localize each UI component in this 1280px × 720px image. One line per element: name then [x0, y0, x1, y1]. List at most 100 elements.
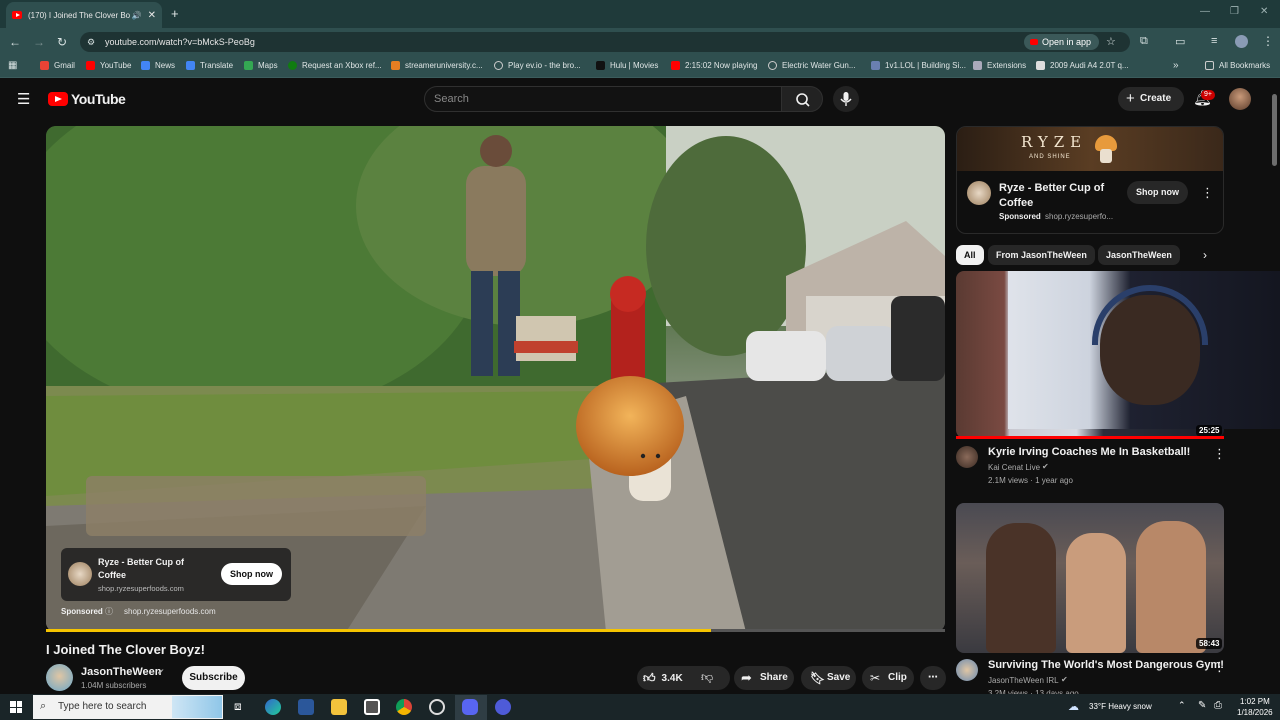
- person-silhouette: [1136, 521, 1206, 653]
- task-view-icon[interactable]: ⧈: [234, 699, 242, 714]
- xbox-icon: [288, 61, 297, 70]
- dislike-button[interactable]: 👎︎: [701, 670, 713, 685]
- bookmark-extensions[interactable]: Extensions: [973, 61, 1026, 70]
- chatgpt-icon[interactable]: [429, 699, 445, 715]
- video-ad-shop-now-button[interactable]: Shop now: [221, 563, 282, 585]
- recommendation-channel[interactable]: Kai Cenat Live: [988, 463, 1040, 472]
- close-window-icon[interactable]: ✕: [1260, 6, 1268, 17]
- sponsored-domain[interactable]: shop.ryzesuperfoods.com: [124, 607, 216, 616]
- subscribe-button[interactable]: Subscribe: [182, 666, 245, 690]
- site-info-icon[interactable]: ⚙: [87, 37, 95, 48]
- tray-chevron-icon[interactable]: ⌃: [1178, 700, 1186, 711]
- sidebar-ad-more-icon[interactable]: ⋮: [1201, 185, 1214, 201]
- share-button[interactable]: ➦ Share: [734, 666, 794, 690]
- apps-grid-icon[interactable]: ▦: [8, 60, 17, 71]
- weather-text[interactable]: 33°F Heavy snow: [1089, 702, 1152, 711]
- search-button[interactable]: [781, 86, 823, 112]
- recommendation-thumbnail[interactable]: [956, 503, 1224, 653]
- chip-all[interactable]: All: [956, 245, 984, 265]
- word-icon[interactable]: [298, 699, 314, 715]
- bookmark-streameruniversity[interactable]: streameruniversity.c...: [391, 61, 483, 70]
- profile-avatar[interactable]: [1235, 35, 1248, 48]
- channel-avatar[interactable]: [956, 659, 978, 681]
- sponsored-label: Sponsored: [61, 607, 103, 616]
- file-explorer-icon[interactable]: [331, 699, 347, 715]
- restore-icon[interactable]: ❐: [1230, 6, 1239, 17]
- all-bookmarks[interactable]: All Bookmarks: [1205, 61, 1270, 70]
- save-button[interactable]: 🔖︎ Save: [801, 666, 856, 690]
- bookmark-audi[interactable]: 2009 Audi A4 2.0T q...: [1036, 61, 1129, 70]
- ad-banner-brand: RYZE: [1021, 133, 1088, 151]
- recommendation-title[interactable]: Kyrie Irving Coaches Me In Basketball!: [988, 446, 1190, 458]
- minimize-icon[interactable]: —: [1200, 6, 1210, 17]
- bookmark-maps[interactable]: Maps: [244, 61, 278, 70]
- sidebar-ad-shop-now-button[interactable]: Shop now: [1127, 181, 1188, 204]
- clip-button[interactable]: ✂ Clip: [862, 666, 914, 690]
- more-bookmarks-icon[interactable]: »: [1173, 60, 1179, 71]
- recommendation-more-icon[interactable]: ⋮: [1213, 659, 1226, 675]
- voice-search-button[interactable]: [833, 86, 859, 112]
- person-silhouette: [986, 523, 1056, 653]
- channel-name[interactable]: JasonTheWeen: [81, 666, 162, 678]
- video-ad-title-line1: Ryze - Better Cup of: [98, 557, 185, 567]
- bookmark-now-playing[interactable]: 2:15:02 Now playing: [671, 61, 758, 70]
- windows-start-icon[interactable]: [10, 701, 22, 713]
- new-tab-button[interactable]: +: [171, 6, 179, 21]
- like-button[interactable]: 👍︎ 3.4K: [643, 671, 683, 686]
- clock-date[interactable]: 1/18/2026: [1237, 708, 1273, 717]
- bookmark-water-gun[interactable]: Electric Water Gun...: [768, 61, 856, 70]
- store-icon[interactable]: [364, 699, 380, 715]
- open-in-app-button[interactable]: Open in app: [1024, 34, 1100, 50]
- bookmark-news[interactable]: News: [141, 61, 175, 70]
- recommendation-title[interactable]: Surviving The World's Most Dangerous Gym…: [988, 659, 1224, 671]
- create-button[interactable]: Create: [1118, 87, 1184, 111]
- recommendation-channel[interactable]: JasonTheWeen IRL: [988, 676, 1059, 685]
- chips-next-icon[interactable]: ›: [1203, 248, 1207, 262]
- edge-icon[interactable]: [265, 699, 281, 715]
- globe-icon: [494, 61, 503, 70]
- chip-from-jasontheween[interactable]: From JasonTheWeen: [988, 245, 1095, 265]
- bookmark-translate[interactable]: Translate: [186, 61, 233, 70]
- sidebar-ad-logo: [967, 181, 991, 205]
- browser-menu-icon[interactable]: ⋮: [1262, 34, 1274, 48]
- browser-tab[interactable]: (170) I Joined The Clover Bo 🔊 ✕: [6, 2, 162, 28]
- forward-icon[interactable]: →: [33, 35, 45, 49]
- channel-avatar[interactable]: [956, 446, 978, 468]
- video-progress-bar[interactable]: [46, 629, 945, 632]
- bookmark-evio[interactable]: Play ev.io - the bro...: [494, 61, 581, 70]
- verified-icon: ✔: [1042, 462, 1049, 471]
- streamer-icon: [391, 61, 400, 70]
- channel-avatar[interactable]: [46, 664, 73, 691]
- cast-icon[interactable]: ▭: [1175, 35, 1185, 48]
- search-input[interactable]: [424, 86, 782, 112]
- youtube-icon: [86, 61, 95, 70]
- pen-icon[interactable]: ✎: [1198, 700, 1206, 711]
- video-title: I Joined The Clover Boyz!: [46, 642, 205, 657]
- info-icon[interactable]: ⓘ: [105, 606, 113, 617]
- page-scrollbar[interactable]: [1272, 94, 1277, 166]
- video-ad-title-line2: Coffee: [98, 570, 127, 580]
- clock-time[interactable]: 1:02 PM: [1240, 697, 1270, 706]
- app-icon[interactable]: [495, 699, 511, 715]
- bookmark-gmail[interactable]: Gmail: [40, 61, 75, 70]
- bookmark-youtube[interactable]: YouTube: [86, 61, 131, 70]
- account-avatar[interactable]: [1229, 88, 1251, 110]
- chrome-icon[interactable]: [396, 699, 412, 715]
- network-icon[interactable]: ⎙: [1214, 700, 1222, 711]
- chip-jasontheween[interactable]: JasonTheWeen: [1098, 245, 1180, 265]
- bookmark-1v1lol[interactable]: 1v1.LOL | Building Si...: [871, 61, 966, 70]
- reload-icon[interactable]: ↻: [57, 35, 67, 49]
- thumbs-up-icon: 👍︎: [643, 671, 656, 685]
- recommendation-more-icon[interactable]: ⋮: [1213, 446, 1226, 462]
- close-tab-icon[interactable]: ✕: [148, 10, 156, 21]
- bookmark-star-icon[interactable]: ☆: [1106, 35, 1116, 48]
- back-icon[interactable]: ←: [9, 35, 21, 49]
- bookmark-xbox[interactable]: Request an Xbox ref...: [288, 61, 382, 70]
- more-actions-button[interactable]: ⋯: [920, 666, 946, 690]
- discord-icon[interactable]: [462, 699, 478, 715]
- youtube-logo[interactable]: YouTube: [48, 91, 126, 107]
- bookmark-hulu[interactable]: Hulu | Movies: [596, 61, 658, 70]
- hamburger-menu-icon[interactable]: ☰: [17, 90, 30, 108]
- media-icon[interactable]: ≡: [1211, 35, 1217, 47]
- extensions-icon[interactable]: ⧉: [1140, 35, 1148, 48]
